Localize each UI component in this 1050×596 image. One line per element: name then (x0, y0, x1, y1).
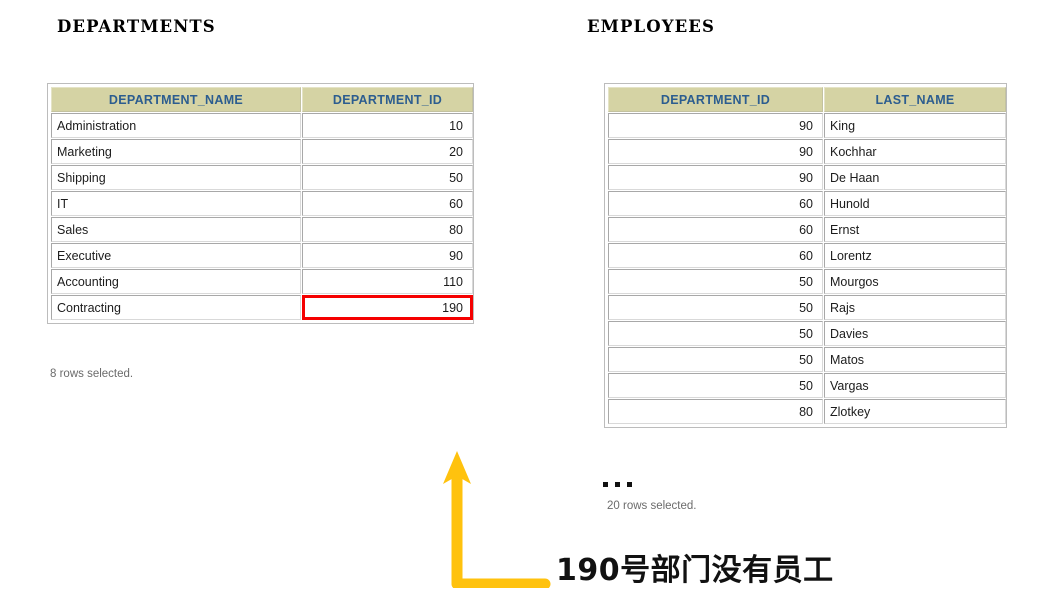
cell-last-name[interactable]: Zlotkey (824, 399, 1006, 424)
callout-elbow-up-arrow-icon (443, 451, 551, 588)
cell-department-id[interactable]: 10 (302, 113, 473, 138)
table-row[interactable]: Contracting 190 (51, 295, 473, 320)
cell-department-id[interactable]: 50 (302, 165, 473, 190)
cell-last-name[interactable]: Kochhar (824, 139, 1006, 164)
table-row[interactable]: 50 Davies (608, 321, 1006, 346)
cell-department-name[interactable]: Sales (51, 217, 301, 242)
cell-department-id-highlighted[interactable]: 190 (302, 295, 473, 320)
cell-department-name[interactable]: Executive (51, 243, 301, 268)
employees-rows-selected-note: 20 rows selected. (607, 500, 697, 512)
cell-department-name[interactable]: Contracting (51, 295, 301, 320)
cell-department-id[interactable]: 80 (608, 399, 823, 424)
cell-last-name[interactable]: Hunold (824, 191, 1006, 216)
cell-last-name[interactable]: King (824, 113, 1006, 138)
table-row[interactable]: Marketing 20 (51, 139, 473, 164)
cell-department-id[interactable]: 60 (302, 191, 473, 216)
column-header-department-name[interactable]: DEPARTMENT_NAME (51, 87, 301, 112)
cell-department-id[interactable]: 110 (302, 269, 473, 294)
callout-annotation-text: 190号部门没有员工 (556, 553, 834, 588)
cell-last-name[interactable]: Lorentz (824, 243, 1006, 268)
cell-department-id[interactable]: 50 (608, 295, 823, 320)
cell-department-id[interactable]: 90 (302, 243, 473, 268)
table-row[interactable]: 90 Kochhar (608, 139, 1006, 164)
table-row[interactable]: 60 Ernst (608, 217, 1006, 242)
table-row[interactable]: IT 60 (51, 191, 473, 216)
truncation-ellipsis-icon (603, 482, 632, 487)
column-header-last-name[interactable]: LAST_NAME (824, 87, 1006, 112)
table-row[interactable]: 60 Hunold (608, 191, 1006, 216)
table-header-row: DEPARTMENT_ID LAST_NAME (608, 87, 1006, 112)
table-row[interactable]: Sales 80 (51, 217, 473, 242)
table-row[interactable]: Accounting 110 (51, 269, 473, 294)
table-row[interactable]: 90 De Haan (608, 165, 1006, 190)
employees-table: DEPARTMENT_ID LAST_NAME 90 King 90 Kochhar 9… (604, 83, 1007, 428)
cell-department-name[interactable]: Shipping (51, 165, 301, 190)
departments-rows-selected-note: 8 rows selected. (50, 368, 134, 380)
cell-department-id[interactable]: 90 (608, 165, 823, 190)
cell-last-name[interactable]: Rajs (824, 295, 1006, 320)
cell-department-id[interactable]: 60 (608, 217, 823, 242)
table-row[interactable]: 80 Zlotkey (608, 399, 1006, 424)
cell-last-name[interactable]: Mourgos (824, 269, 1006, 294)
cell-last-name[interactable]: Davies (824, 321, 1006, 346)
cell-last-name[interactable]: Matos (824, 347, 1006, 372)
cell-department-name[interactable]: IT (51, 191, 301, 216)
table-row[interactable]: 50 Rajs (608, 295, 1006, 320)
departments-table: DEPARTMENT_NAME DEPARTMENT_ID Administra… (47, 83, 474, 324)
table-row[interactable]: 50 Vargas (608, 373, 1006, 398)
column-header-department-id[interactable]: DEPARTMENT_ID (302, 87, 473, 112)
cell-last-name[interactable]: Ernst (824, 217, 1006, 242)
table-row[interactable]: 50 Mourgos (608, 269, 1006, 294)
cell-department-id[interactable]: 60 (608, 243, 823, 268)
cell-department-id[interactable]: 90 (608, 139, 823, 164)
table-header-row: DEPARTMENT_NAME DEPARTMENT_ID (51, 87, 473, 112)
cell-department-id[interactable]: 20 (302, 139, 473, 164)
table-row[interactable]: 60 Lorentz (608, 243, 1006, 268)
employees-title: EMPLOYEES (587, 17, 715, 36)
table-row[interactable]: 50 Matos (608, 347, 1006, 372)
cell-department-name[interactable]: Accounting (51, 269, 301, 294)
table-row[interactable]: 90 King (608, 113, 1006, 138)
column-header-department-id[interactable]: DEPARTMENT_ID (608, 87, 823, 112)
table-row[interactable]: Executive 90 (51, 243, 473, 268)
cell-last-name[interactable]: De Haan (824, 165, 1006, 190)
cell-department-name[interactable]: Marketing (51, 139, 301, 164)
departments-title: DEPARTMENTS (57, 17, 216, 36)
cell-department-id[interactable]: 80 (302, 217, 473, 242)
table-row[interactable]: Shipping 50 (51, 165, 473, 190)
cell-department-id[interactable]: 50 (608, 269, 823, 294)
cell-last-name[interactable]: Vargas (824, 373, 1006, 398)
cell-department-id[interactable]: 50 (608, 347, 823, 372)
table-row[interactable]: Administration 10 (51, 113, 473, 138)
cell-department-id[interactable]: 50 (608, 321, 823, 346)
cell-department-id[interactable]: 60 (608, 191, 823, 216)
cell-department-name[interactable]: Administration (51, 113, 301, 138)
cell-department-id[interactable]: 90 (608, 113, 823, 138)
cell-department-id[interactable]: 50 (608, 373, 823, 398)
